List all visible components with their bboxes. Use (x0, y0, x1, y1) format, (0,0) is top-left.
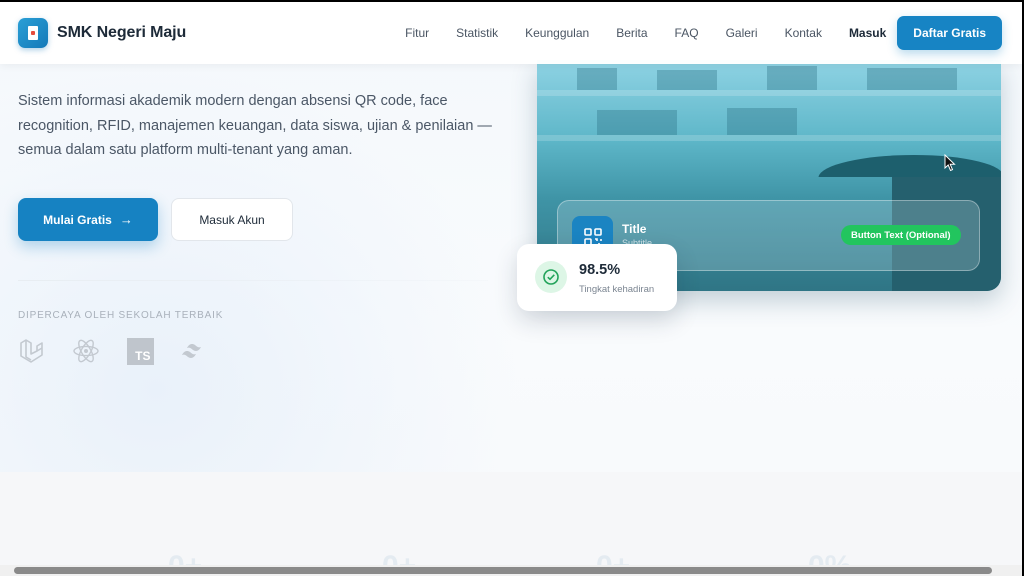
check-circle-icon (535, 261, 567, 293)
book-shape (727, 108, 797, 135)
arrow-right-icon: → (119, 212, 133, 227)
nav-link-faq[interactable]: FAQ (675, 26, 699, 40)
attendance-label: Tingkat kehadiran (579, 284, 655, 295)
tailwind-icon (180, 337, 208, 365)
register-button[interactable]: Daftar Gratis (897, 16, 1002, 50)
typescript-logo-text: TS (126, 337, 154, 365)
hero-divider (18, 280, 488, 281)
nav-links: Fitur Statistik Keunggulan Berita FAQ Ga… (405, 16, 1002, 50)
brand-name[interactable]: SMK Negeri Maju (57, 24, 186, 42)
login-link[interactable]: Masuk (849, 26, 886, 40)
nav-link-statistik[interactable]: Statistik (456, 26, 498, 40)
mouse-pointer-icon (944, 153, 956, 177)
start-free-label: Mulai Gratis (43, 212, 112, 227)
login-account-button[interactable]: Masuk Akun (171, 198, 293, 241)
shelf-line (537, 135, 1001, 141)
horizontal-scrollbar[interactable] (0, 565, 1022, 576)
book-shape (597, 110, 677, 135)
shelf-line (537, 90, 1001, 96)
tech-logos: TS (18, 337, 234, 365)
page-viewport: SMK Negeri Maju Fitur Statistik Keunggul… (0, 2, 1022, 576)
attendance-value: 98.5% (579, 262, 621, 278)
document-icon[interactable] (18, 18, 48, 48)
panel-badge-button[interactable]: Button Text (Optional) (841, 225, 961, 245)
top-navbar: SMK Negeri Maju Fitur Statistik Keunggul… (0, 2, 1022, 64)
book-shape (657, 70, 717, 90)
nav-link-kontak[interactable]: Kontak (785, 26, 822, 40)
hero-description: Sistem informasi akademik modern dengan … (18, 93, 492, 158)
attendance-stat-card: 98.5% Tingkat kehadiran (517, 244, 677, 311)
book-shape (577, 68, 617, 90)
nav-link-berita[interactable]: Berita (616, 26, 647, 40)
start-free-button[interactable]: Mulai Gratis → (18, 198, 158, 241)
nav-link-galeri[interactable]: Galeri (726, 26, 758, 40)
horizontal-scrollbar-thumb[interactable] (14, 567, 992, 574)
laravel-icon (18, 337, 46, 365)
trusted-label: DIPERCAYA OLEH SEKOLAH TERBAIK (18, 310, 224, 321)
typescript-icon: TS (126, 337, 154, 365)
react-icon (72, 337, 100, 365)
book-shape (767, 66, 817, 90)
graduation-cap (818, 155, 1001, 177)
panel-title: Title (622, 222, 647, 236)
nav-link-keunggulan[interactable]: Keunggulan (525, 26, 589, 40)
book-shape (867, 68, 957, 90)
nav-link-fitur[interactable]: Fitur (405, 26, 429, 40)
